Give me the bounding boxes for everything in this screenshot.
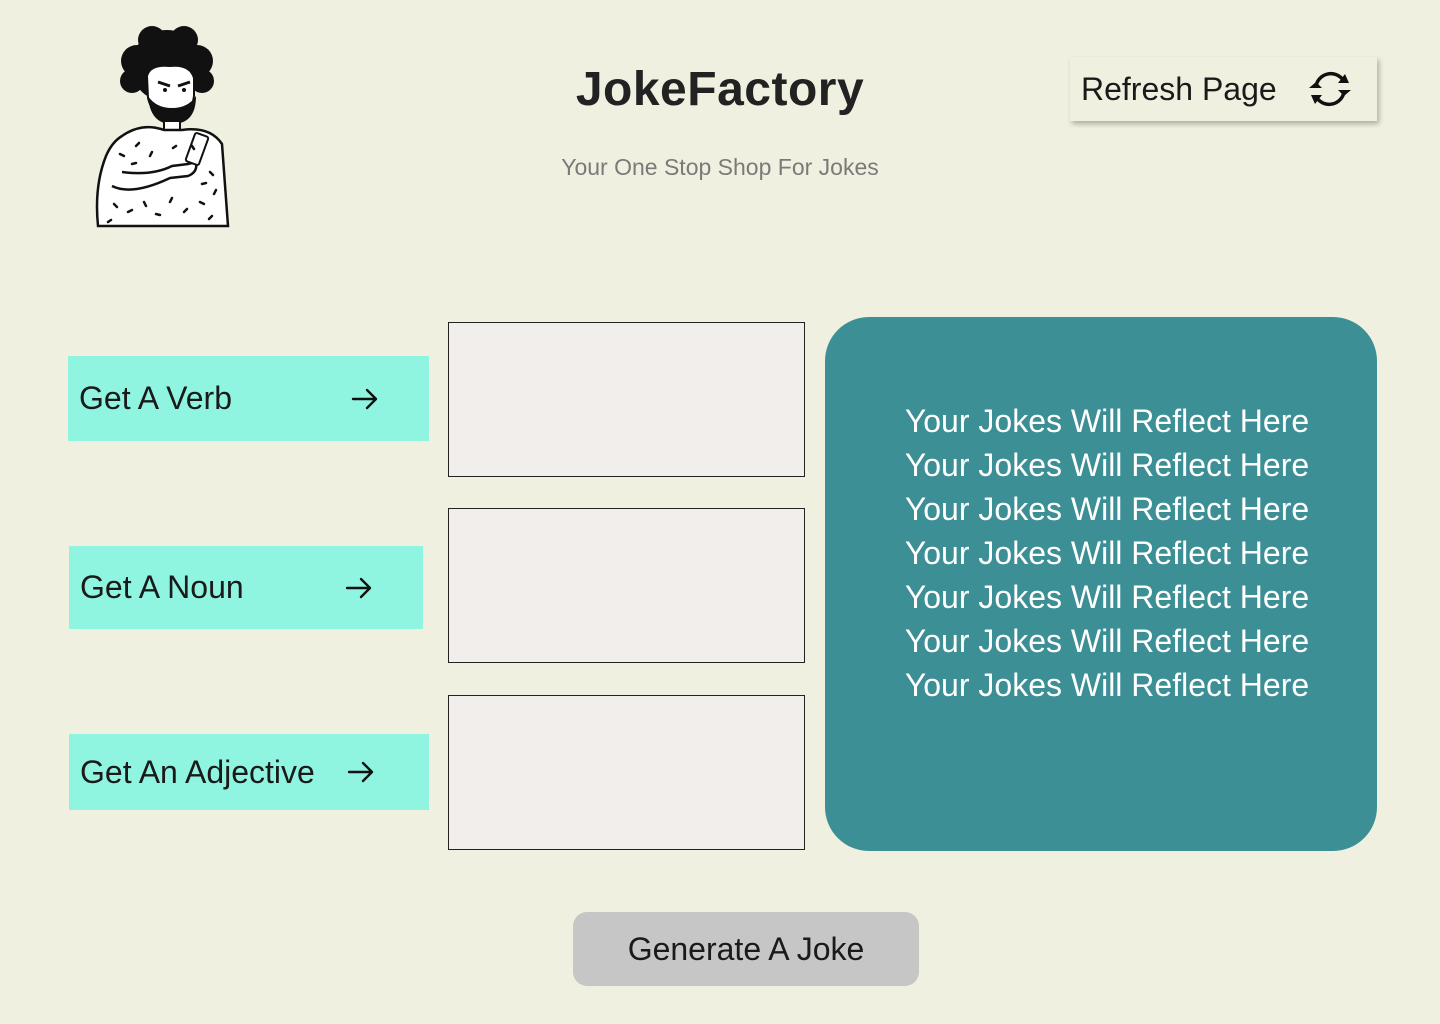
get-verb-button[interactable]: Get A Verb — [68, 356, 429, 441]
arrow-right-icon — [351, 388, 378, 409]
joke-line: Your Jokes Will Reflect Here — [904, 491, 1310, 527]
page-subtitle: Your One Stop Shop For Jokes — [561, 154, 879, 180]
joke-line: Your Jokes Will Reflect Here — [904, 579, 1310, 615]
refresh-page-label: Refresh Page — [1081, 70, 1277, 107]
refresh-icon — [1309, 71, 1351, 107]
arrow-right-icon — [347, 761, 374, 783]
joke-display-panel: Your Jokes Will Reflect Here Your Jokes … — [825, 317, 1377, 851]
get-adjective-button[interactable]: Get An Adjective — [69, 734, 429, 810]
bearded-man-illustration-icon — [95, 26, 230, 228]
verb-output-field[interactable] — [448, 322, 805, 477]
joke-line: Your Jokes Will Reflect Here — [904, 535, 1310, 571]
get-verb-label: Get A Verb — [79, 380, 232, 416]
joke-line: Your Jokes Will Reflect Here — [904, 447, 1310, 483]
generate-joke-button[interactable]: Generate A Joke — [573, 912, 919, 986]
refresh-page-button[interactable]: Refresh Page — [1070, 57, 1377, 121]
joke-line: Your Jokes Will Reflect Here — [904, 667, 1310, 703]
page-title: JokeFactory — [575, 63, 865, 116]
noun-output-field[interactable] — [448, 508, 805, 663]
joke-line: Your Jokes Will Reflect Here — [904, 403, 1310, 439]
arrow-right-icon — [345, 577, 372, 598]
joke-line: Your Jokes Will Reflect Here — [904, 623, 1310, 659]
get-noun-button[interactable]: Get A Noun — [69, 546, 423, 629]
get-adjective-label: Get An Adjective — [80, 753, 315, 790]
joke-text: Your Jokes Will Reflect Here Your Jokes … — [825, 399, 1377, 707]
avatar — [92, 26, 232, 228]
adjective-output-field[interactable] — [448, 695, 805, 850]
get-noun-label: Get A Noun — [80, 569, 244, 605]
